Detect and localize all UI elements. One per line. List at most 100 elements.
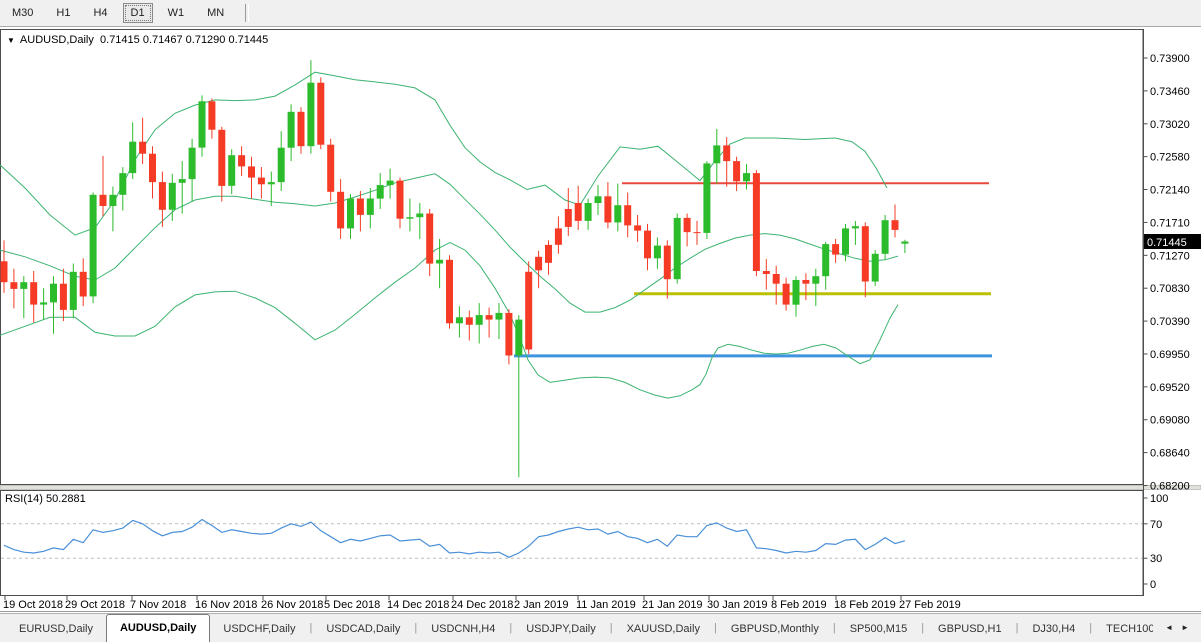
candle-body: [446, 260, 453, 324]
price-axis-label: 0.71270: [1150, 250, 1190, 262]
mt4-window: { "toolbar": {"buttons": ["M30","H1","H4…: [0, 0, 1201, 642]
timeframe-button-h1[interactable]: H1: [48, 3, 78, 23]
candle-body: [100, 195, 107, 206]
price-axis-label: 0.72140: [1150, 185, 1190, 197]
candle-body: [248, 166, 255, 177]
date-axis-label: 7 Nov 2018: [130, 599, 186, 611]
candle-body: [723, 145, 730, 161]
candle-body: [90, 195, 97, 297]
candle-body: [179, 179, 186, 183]
rsi-scale-label: 30: [1150, 553, 1162, 565]
tab-usdcad-daily[interactable]: USDCAD,Daily: [313, 617, 413, 642]
candle-body: [575, 203, 582, 221]
timeframe-button-d1[interactable]: D1: [123, 3, 153, 23]
price-axis-label: 0.68200: [1150, 481, 1190, 493]
date-axis-label: 29 Oct 2018: [65, 599, 125, 611]
tab-eurusd-daily[interactable]: EURUSD,Daily: [6, 617, 106, 642]
candle-body: [397, 181, 404, 219]
symbol-tabs: EURUSD,DailyAUDUSD,DailyUSDCHF,Daily|USD…: [0, 613, 1153, 642]
rsi-scale-label: 70: [1150, 519, 1162, 531]
tab-scroll-right-icon[interactable]: ►: [1177, 623, 1193, 632]
candle-body: [872, 254, 879, 282]
candle-body: [268, 182, 275, 184]
date-axis-label: 14 Dec 2018: [387, 599, 449, 611]
timeframe-button-h4[interactable]: H4: [85, 3, 115, 23]
tab-tech100-h1[interactable]: TECH100,H1: [1093, 617, 1153, 642]
date-axis-label: 2 Jan 2019: [514, 599, 568, 611]
chart-surface[interactable]: 0.739000.734600.730200.725800.721400.717…: [0, 28, 1201, 613]
candle-body: [40, 302, 47, 304]
timeframe-button-w1[interactable]: W1: [160, 3, 193, 23]
date-axis-label: 19 Oct 2018: [3, 599, 63, 611]
candle-body: [634, 225, 641, 230]
candle-body: [842, 228, 849, 254]
timeframe-toolbar: M30 H1 H4 D1 W1 MN: [0, 0, 1201, 27]
candle-body: [783, 284, 790, 305]
chart-title-ohlc: 0.71415 0.71467 0.71290 0.71445: [100, 34, 268, 46]
price-axis-label: 0.71710: [1150, 217, 1190, 229]
tab-gbpusd-h1[interactable]: GBPUSD,H1: [925, 617, 1015, 642]
tab-xauusd-daily[interactable]: XAUUSD,Daily: [614, 617, 713, 642]
candle-body: [30, 282, 37, 304]
date-axis-label: 24 Dec 2018: [451, 599, 513, 611]
rsi-pane-frame: [1, 491, 1144, 596]
timeframe-button-m30[interactable]: M30: [4, 3, 41, 23]
candle-body: [793, 280, 800, 305]
date-axis[interactable]: 19 Oct 201829 Oct 20187 Nov 201816 Nov 2…: [3, 596, 961, 611]
timeframe-button-mn[interactable]: MN: [199, 3, 232, 23]
candle-body: [387, 181, 394, 186]
candle-body: [535, 257, 542, 271]
chevron-down-icon[interactable]: ▼: [7, 36, 15, 45]
candle-body: [545, 245, 552, 263]
tab-sp500-m15[interactable]: SP500,M15: [837, 617, 920, 642]
tab-dj30-h4[interactable]: DJ30,H4: [1019, 617, 1088, 642]
candle-body: [832, 244, 839, 255]
candle-body: [218, 130, 225, 186]
candle-body: [476, 315, 483, 325]
tab-usdjpy-daily[interactable]: USDJPY,Daily: [513, 617, 609, 642]
tab-scroll-left-icon[interactable]: ◄: [1161, 623, 1177, 632]
candle-body: [80, 272, 87, 297]
candle-body: [416, 214, 423, 218]
tab-usdcnh-h4[interactable]: USDCNH,H4: [418, 617, 508, 642]
symbol-tab-bar: EURUSD,DailyAUDUSD,DailyUSDCHF,Daily|USD…: [0, 613, 1201, 642]
candle-body: [743, 173, 750, 181]
candle-body: [862, 226, 869, 281]
price-axis-label: 0.73900: [1150, 53, 1190, 65]
candle-body: [901, 242, 908, 244]
date-axis-label: 21 Jan 2019: [642, 599, 703, 611]
price-axis-label: 0.70830: [1150, 283, 1190, 295]
candle-body: [654, 246, 661, 259]
pane-splitter[interactable]: [0, 486, 1201, 490]
candle-body: [238, 155, 245, 166]
candle-body: [70, 272, 77, 310]
candle-body: [199, 101, 206, 147]
candle-body: [337, 192, 344, 229]
candle-body: [604, 196, 611, 222]
candle-body: [505, 313, 512, 356]
tab-usdchf-daily[interactable]: USDCHF,Daily: [210, 617, 308, 642]
toolbar-separator: [245, 4, 249, 22]
tab-audusd-daily[interactable]: AUDUSD,Daily: [106, 614, 210, 642]
candle-body: [228, 155, 235, 186]
candle-body: [60, 284, 67, 310]
price-axis-label: 0.72580: [1150, 152, 1190, 164]
candle-body: [159, 182, 166, 210]
candle-body: [486, 315, 493, 320]
tab-scroll-arrows: ◄ ►: [1153, 613, 1201, 642]
tab-gbpusd-monthly[interactable]: GBPUSD,Monthly: [718, 617, 832, 642]
candle-body: [436, 260, 443, 264]
candle-body: [565, 209, 572, 227]
candle-body: [119, 173, 126, 195]
candle-body: [664, 246, 671, 280]
candle-body: [496, 313, 503, 320]
candle-body: [773, 274, 780, 284]
candle-body: [189, 148, 196, 179]
candle-body: [882, 220, 889, 254]
price-axis-label: 0.73460: [1150, 86, 1190, 98]
price-axis-label: 0.70390: [1150, 316, 1190, 328]
candle-body: [624, 205, 631, 225]
candle-body: [377, 185, 384, 199]
candle-body: [644, 231, 651, 259]
price-axis-label: 0.69080: [1150, 415, 1190, 427]
